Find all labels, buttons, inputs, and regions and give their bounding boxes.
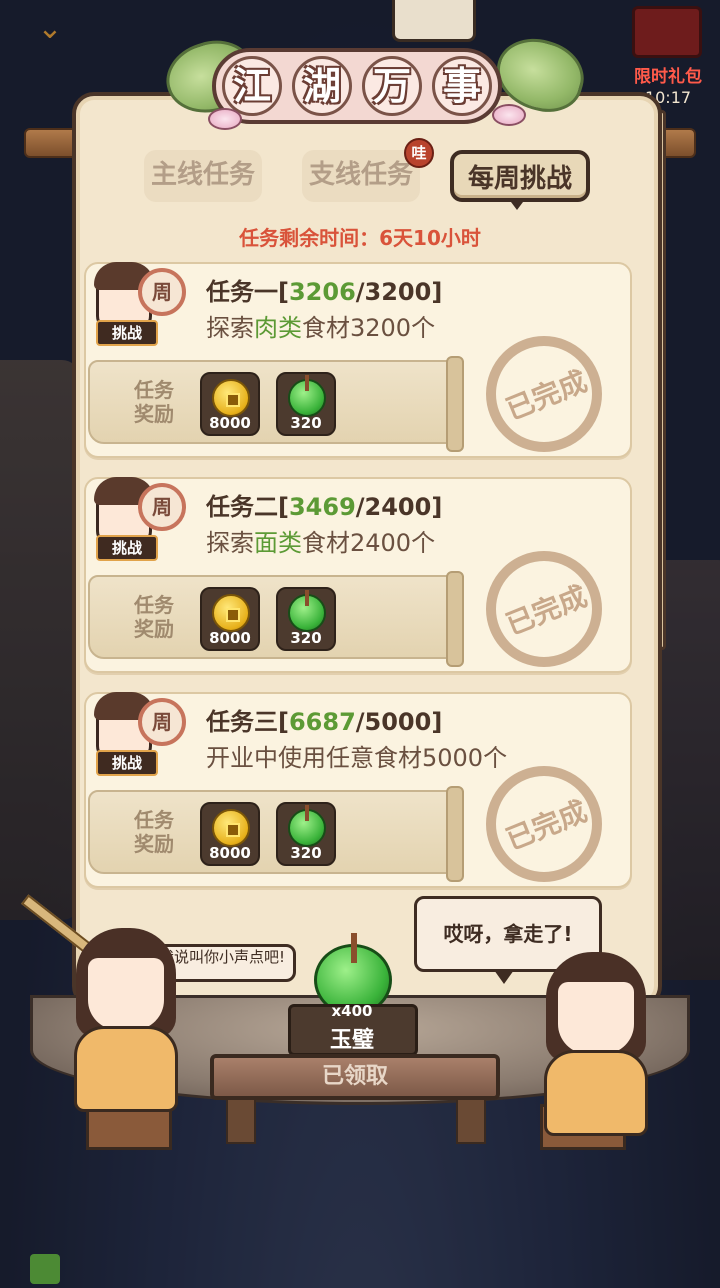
task-progress-current: 6687: [288, 708, 356, 736]
task-progress-current: 3206: [288, 278, 356, 306]
task-progress-total: 3200: [364, 278, 432, 306]
gold-coin-icon: [212, 809, 250, 847]
desc-prefix: 开业中使用任意食材5000个: [206, 744, 508, 772]
task-progress-total: 2400: [364, 493, 432, 521]
claim-item-name: 玉璧: [329, 1028, 374, 1053]
reward-scroll: 任务奖励 8000 320: [88, 571, 464, 667]
reward-scroll: 任务奖励 8000 320: [88, 356, 464, 452]
remaining-label: 任务剩余时间：: [239, 226, 380, 250]
task-avatar: 周 挑战: [94, 262, 186, 348]
reward-gold[interactable]: 8000: [200, 587, 260, 651]
reward-count: 320: [290, 629, 322, 647]
task-name: 任务一: [206, 278, 278, 306]
task-name: 任务三: [206, 708, 278, 736]
reward-count: 8000: [209, 844, 251, 862]
task-progress-total: 5000: [364, 708, 432, 736]
task-name: 任务二: [206, 493, 278, 521]
task-title: 任务三[6687/5000]: [206, 708, 443, 736]
reward-gold[interactable]: 8000: [200, 802, 260, 866]
reward-jade[interactable]: 320: [276, 587, 336, 651]
remaining-value: 6天10小时: [379, 226, 481, 250]
title-char: 万: [362, 56, 422, 116]
reward-jade[interactable]: 320: [276, 802, 336, 866]
character-face: [558, 982, 634, 1054]
desc-prefix: 探索: [206, 529, 254, 557]
gift-box-icon: [632, 6, 702, 58]
task-description: 探索肉类食材3200个: [206, 308, 435, 343]
reward-count: 8000: [209, 629, 251, 647]
remaining-time: 任务剩余时间：6天10小时: [0, 222, 720, 251]
character-right: [540, 952, 660, 1142]
table-leg: [456, 1098, 486, 1144]
hanging-sign: [392, 0, 476, 42]
menu-corner-icon[interactable]: [30, 1254, 60, 1284]
character-face: [88, 958, 164, 1030]
claimed-button[interactable]: 已领取: [210, 1054, 500, 1100]
tab-side-quest[interactable]: 支线任务: [302, 150, 420, 202]
challenge-tag: 挑战: [96, 320, 158, 346]
desc-suffix: 食材2400个: [302, 529, 436, 557]
title-char: 事: [432, 56, 492, 116]
tab-pointer: [508, 198, 526, 210]
desc-highlight: 面类: [254, 529, 302, 557]
task-description: 探索面类食材2400个: [206, 523, 435, 558]
reward-jade[interactable]: 320: [276, 372, 336, 436]
character-body: [74, 1026, 178, 1112]
challenge-tag: 挑战: [96, 750, 158, 776]
reward-label: 任务奖励: [134, 378, 174, 426]
title-char: 湖: [292, 56, 352, 116]
reward-gold[interactable]: 8000: [200, 372, 260, 436]
week-coin-icon: 周: [138, 698, 186, 746]
title-char: 江: [222, 56, 282, 116]
week-coin-icon: 周: [138, 268, 186, 316]
task-progress-current: 3469: [288, 493, 356, 521]
reward-count: 8000: [209, 414, 251, 432]
character-body: [544, 1050, 648, 1136]
desc-suffix: 食材3200个: [302, 314, 436, 342]
reward-label: 任务奖励: [134, 593, 174, 641]
desc-highlight: 肉类: [254, 314, 302, 342]
reward-label: 任务奖励: [134, 808, 174, 856]
task-title: 任务二[3469/2400]: [206, 493, 443, 521]
task-card: 周 挑战 任务三[6687/5000] 开业中使用任意食材5000个 任务奖励 …: [84, 692, 632, 888]
collapse-chevron-icon[interactable]: ⌄: [28, 14, 72, 44]
jade-icon: [288, 590, 326, 632]
gold-coin-icon: [212, 594, 250, 632]
radish-decoration: [208, 108, 242, 130]
radish-decoration: [492, 104, 526, 126]
challenge-tag: 挑战: [96, 535, 158, 561]
claim-count: x400: [331, 1002, 373, 1020]
gold-coin-icon: [212, 379, 250, 417]
tab-main-quest[interactable]: 主线任务: [144, 150, 262, 202]
promo-label: 限时礼包: [634, 67, 702, 87]
task-avatar: 周 挑战: [94, 477, 186, 563]
task-avatar: 周 挑战: [94, 692, 186, 778]
jade-icon: [288, 805, 326, 847]
task-description: 开业中使用任意食材5000个: [206, 738, 507, 773]
character-left: [70, 928, 190, 1118]
task-title: 任务一[3206/3200]: [206, 278, 443, 306]
week-coin-icon: 周: [138, 483, 186, 531]
reward-count: 320: [290, 844, 322, 862]
tab-weekly-challenge[interactable]: 每周挑战: [450, 150, 590, 202]
reward-count: 320: [290, 414, 322, 432]
table-leg: [226, 1098, 256, 1144]
reward-scroll: 任务奖励 8000 320: [88, 786, 464, 882]
speech-bubble-tail: [494, 970, 514, 984]
tab-badge: 哇: [404, 138, 434, 168]
desc-prefix: 探索: [206, 314, 254, 342]
task-card: 周 挑战 任务二[3469/2400] 探索面类食材2400个 任务奖励 800…: [84, 477, 632, 673]
jade-icon: [288, 375, 326, 417]
task-card: 周 挑战 任务一[3206/3200] 探索肉类食材3200个 任务奖励 800…: [84, 262, 632, 458]
